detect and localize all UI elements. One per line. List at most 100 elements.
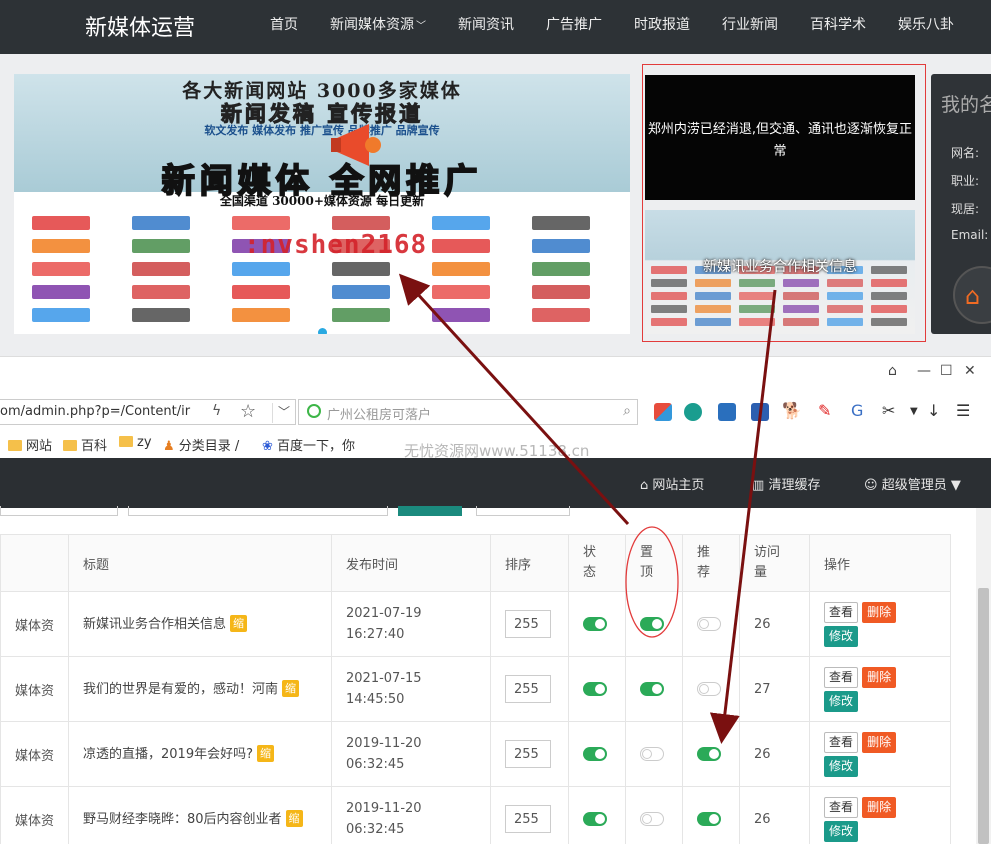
menu-item-entertainment[interactable]: 娱乐八卦: [898, 0, 954, 54]
site-nav: 新媒体运营 首页 新闻媒体资源 ﹀ 新闻资讯 广告推广 时政报道 行业新闻 百科学…: [0, 0, 991, 54]
browser-titlebar: ⌂ — ☐ ✕: [0, 356, 991, 388]
bookmark-folder[interactable]: zy: [119, 435, 152, 450]
banner-carousel[interactable]: 各大新闻网站 3000多家媒体 新闻发稿 宣传报道 软文发布 媒体发布 推广宣传…: [14, 74, 630, 334]
recommend-toggle[interactable]: [697, 747, 721, 761]
media-logo: [132, 308, 190, 322]
menu-item-media-resources[interactable]: 新闻媒体资源 ﹀: [330, 0, 426, 54]
profile-label-location: 现居:: [951, 202, 980, 216]
bookmark-folder[interactable]: 百科: [63, 435, 107, 454]
menu-item-news[interactable]: 新闻资讯: [458, 0, 514, 54]
bookmark-link[interactable]: ❀ 百度一下，你: [262, 435, 362, 454]
top-toggle[interactable]: [640, 682, 664, 696]
status-toggle[interactable]: [583, 747, 607, 761]
translate-icon[interactable]: G: [851, 401, 863, 420]
extension-paste-icon[interactable]: [751, 403, 769, 421]
lightning-icon[interactable]: ϟ: [212, 403, 221, 419]
edit-button[interactable]: 修改: [824, 690, 859, 712]
top-toggle[interactable]: [640, 812, 664, 826]
status-toggle[interactable]: [583, 617, 607, 631]
ops-cell: 查看 删除 修改: [809, 786, 951, 844]
close-icon[interactable]: ✕: [964, 363, 976, 379]
scissors-icon[interactable]: ✂: [882, 401, 895, 420]
menu-item-industry[interactable]: 行业新闻: [722, 0, 778, 54]
top-toggle[interactable]: [640, 617, 664, 631]
news-headline-card[interactable]: 郑州内涝已经消退,但交通、通讯也逐渐恢复正常: [645, 75, 915, 200]
menu-icon[interactable]: ☰: [956, 401, 970, 420]
edit-button[interactable]: 修改: [824, 625, 859, 647]
delete-button[interactable]: 删除: [862, 731, 897, 753]
sort-input[interactable]: [505, 805, 551, 833]
edit-button[interactable]: 修改: [824, 820, 859, 842]
minimize-icon[interactable]: —: [917, 363, 931, 379]
top-toggle[interactable]: [640, 747, 664, 761]
recommend-toggle[interactable]: [697, 812, 721, 826]
bookmark-link[interactable]: ♟ 分类目录 /: [163, 435, 239, 454]
article-title[interactable]: 野马财经李晓晔：80后内容创业者: [83, 812, 282, 827]
view-button[interactable]: 查看: [824, 731, 859, 753]
site-home-link[interactable]: ⌂ 网站主页: [640, 474, 704, 493]
filter-search-button[interactable]: [398, 506, 462, 516]
bookmark-folder[interactable]: 网站: [8, 435, 52, 454]
article-title[interactable]: 我们的世界是有爱的，感动！河南: [83, 682, 278, 697]
apps-grid-icon[interactable]: [654, 403, 672, 421]
sort-input[interactable]: [505, 740, 551, 768]
menu-item-encyclopedia[interactable]: 百科学术: [810, 0, 866, 54]
view-button[interactable]: 查看: [824, 666, 859, 688]
recommend-toggle[interactable]: [697, 682, 721, 696]
status-toggle[interactable]: [583, 812, 607, 826]
delete-button[interactable]: 删除: [862, 796, 897, 818]
media-logo: [432, 239, 490, 253]
shirt-icon[interactable]: ⌂: [888, 363, 897, 379]
filter-select[interactable]: [0, 506, 118, 516]
filter-reset-button[interactable]: [476, 506, 570, 516]
menu-item-home[interactable]: 首页: [270, 0, 298, 54]
trash-icon: ▥: [752, 478, 765, 493]
status-toggle[interactable]: [583, 682, 607, 696]
maximize-icon[interactable]: ☐: [940, 363, 953, 379]
delete-button[interactable]: 删除: [862, 601, 897, 623]
media-logo: [739, 279, 775, 287]
pen-icon[interactable]: ✎: [818, 401, 831, 420]
address-bar[interactable]: om/admin.php?p=/Content/ir ϟ ☆ ﹀: [0, 399, 296, 425]
search-input[interactable]: 广州公租房可落户 ⌕: [298, 399, 638, 425]
media-logo: [332, 308, 390, 322]
sort-cell: [490, 721, 569, 787]
page-scrollbar[interactable]: [976, 508, 991, 844]
table-row: 媒体资 野马财经李晓晔：80后内容创业者缩 2019-11-20 06:32:45…: [0, 786, 951, 844]
extension-bag-icon[interactable]: [684, 403, 702, 421]
news-image-card[interactable]: 新媒讯业务合作相关信息: [645, 210, 915, 334]
view-button[interactable]: 查看: [824, 796, 859, 818]
news-caption: 新媒讯业务合作相关信息: [703, 259, 857, 275]
edit-button[interactable]: 修改: [824, 755, 859, 777]
article-title[interactable]: 新媒讯业务合作相关信息: [83, 617, 226, 632]
carousel-dot[interactable]: [318, 328, 327, 334]
menu-item-politics[interactable]: 时政报道: [634, 0, 690, 54]
extension-pet-icon[interactable]: 🐕: [782, 401, 802, 420]
chevron-down-icon[interactable]: ﹀: [272, 403, 290, 423]
clear-cache-link[interactable]: ▥ 清理缓存: [752, 474, 820, 493]
menu-item-ads[interactable]: 广告推广: [546, 0, 602, 54]
scrollbar-thumb[interactable]: [978, 588, 989, 844]
star-icon[interactable]: ☆: [240, 401, 256, 422]
site-logo[interactable]: 新媒体运营: [85, 10, 195, 42]
download-icon[interactable]: ↓: [927, 401, 940, 420]
recommend-toggle[interactable]: [697, 617, 721, 631]
toggle-knob: [652, 619, 662, 629]
extension-doc-icon[interactable]: [718, 403, 736, 421]
chevron-down-icon[interactable]: ▼: [910, 406, 918, 417]
filter-keyword-input[interactable]: [128, 506, 388, 516]
admin-header: ⌂ 网站主页 ▥ 清理缓存 ☺ 超级管理员 ▼: [0, 458, 991, 508]
home-button[interactable]: ⌂: [953, 266, 991, 324]
table-row: 媒体资 新媒讯业务合作相关信息缩 2021-07-19 16:27:40 26 查…: [0, 591, 951, 657]
news-highlight-box: 郑州内涝已经消退,但交通、通讯也逐渐恢复正常 新媒讯业务合作相关信息: [642, 64, 926, 342]
view-button[interactable]: 查看: [824, 601, 859, 623]
media-logo: [232, 308, 290, 322]
user-menu[interactable]: ☺ 超级管理员 ▼: [864, 474, 961, 493]
delete-button[interactable]: 删除: [862, 666, 897, 688]
sort-input[interactable]: [505, 675, 551, 703]
media-logo: [532, 262, 590, 276]
media-logo: [32, 262, 90, 276]
search-icon[interactable]: ⌕: [623, 403, 631, 419]
article-title[interactable]: 凉透的直播，2019年会好吗?: [83, 747, 253, 762]
sort-input[interactable]: [505, 610, 551, 638]
